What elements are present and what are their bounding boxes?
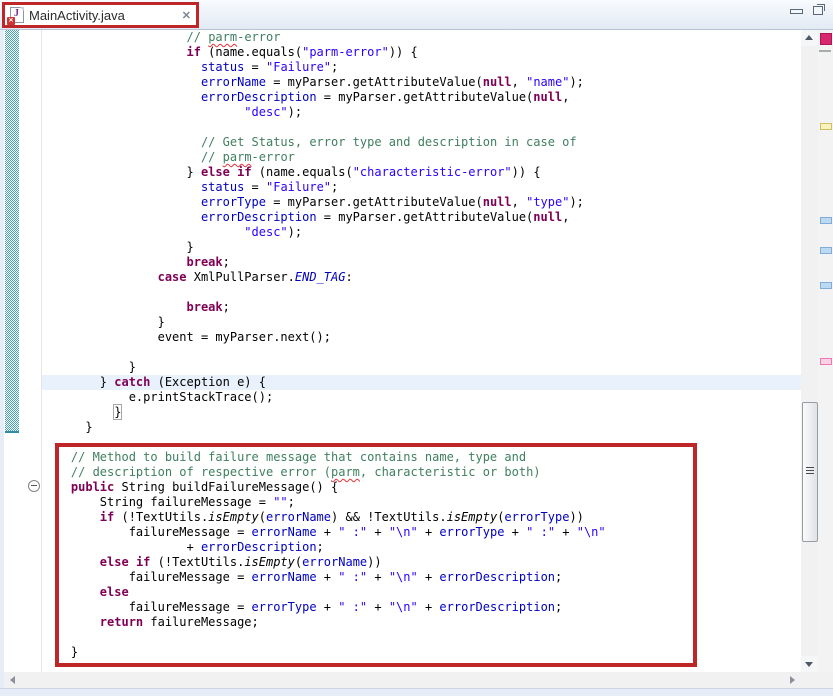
code-line[interactable]: } catch (Exception e) { [42, 375, 801, 390]
tab-mainactivity-java[interactable]: J ✕ MainActivity.java ✕ [2, 2, 199, 28]
range-indicator-bar [5, 30, 19, 433]
code-line[interactable]: else [42, 585, 801, 600]
tab-close-icon[interactable]: ✕ [182, 9, 191, 22]
page-fold-corner [20, 7, 24, 11]
restore-icon[interactable] [813, 6, 823, 15]
code-line[interactable] [42, 345, 801, 360]
scroll-down-button[interactable] [801, 656, 818, 672]
scrollbar-corner [801, 672, 833, 688]
arrow-up-icon [805, 35, 813, 40]
code-line[interactable]: public String buildFailureMessage() { [42, 480, 801, 495]
code-line[interactable]: status = "Failure"; [42, 180, 801, 195]
overview-separator [819, 50, 831, 52]
code-line[interactable]: } [42, 315, 801, 330]
overview-marker-pink[interactable] [820, 358, 832, 365]
vertical-scrollbar[interactable] [801, 30, 818, 672]
overview-marker-yellow[interactable] [820, 123, 832, 130]
code-line[interactable]: "desc"); [42, 105, 801, 120]
code-line[interactable]: return failureMessage; [42, 615, 801, 630]
code-line[interactable]: break; [42, 300, 801, 315]
code-line[interactable]: case XmlPullParser.END_TAG: [42, 270, 801, 285]
code-line[interactable] [42, 285, 801, 300]
overview-marker-blue[interactable] [820, 217, 832, 224]
code-line[interactable] [42, 120, 801, 135]
code-line[interactable]: event = myParser.next(); [42, 330, 801, 345]
minimize-icon[interactable] [790, 9, 803, 14]
overview-status-square[interactable] [820, 33, 832, 45]
code-line[interactable]: if (name.equals("parm-error")) { [42, 45, 801, 60]
view-window-controls [790, 6, 823, 15]
code-line[interactable]: failureMessage = errorName + " :" + "\n"… [42, 570, 801, 585]
fold-collapse-icon[interactable] [28, 480, 40, 492]
overview-ruler [818, 30, 833, 672]
code-text[interactable]: // parm-error if (name.equals("parm-erro… [42, 30, 801, 672]
code-line[interactable]: } [42, 360, 801, 375]
code-line[interactable]: // Get Status, error type and descriptio… [42, 135, 801, 150]
scroll-right-button[interactable] [790, 676, 795, 684]
code-line[interactable]: } [42, 405, 801, 420]
arrow-down-icon [805, 662, 813, 667]
code-line[interactable]: String failureMessage = ""; [42, 495, 801, 510]
code-line[interactable]: + errorDescription; [42, 540, 801, 555]
overview-marker-blue[interactable] [820, 282, 832, 289]
horizontal-scrollbar[interactable] [4, 672, 801, 688]
code-line[interactable]: status = "Failure"; [42, 60, 801, 75]
error-overlay-badge: ✕ [7, 17, 15, 25]
window-bottom-edge [0, 688, 833, 696]
code-line[interactable]: break; [42, 255, 801, 270]
code-line[interactable] [42, 435, 801, 450]
vertical-scroll-thumb[interactable] [802, 402, 818, 542]
code-line[interactable] [42, 630, 801, 645]
code-line[interactable]: e.printStackTrace(); [42, 390, 801, 405]
scroll-up-button[interactable] [801, 30, 818, 46]
java-file-icon: J ✕ [10, 7, 24, 23]
code-line[interactable]: errorName = myParser.getAttributeValue(n… [42, 75, 801, 90]
code-line[interactable]: else if (!TextUtils.isEmpty(errorName)) [42, 555, 801, 570]
code-line[interactable]: // parm-error [42, 150, 801, 165]
code-line[interactable]: if (!TextUtils.isEmpty(errorName) && !Te… [42, 510, 801, 525]
code-line[interactable]: failureMessage = errorType + " :" + "\n"… [42, 600, 801, 615]
code-line[interactable]: "desc"); [42, 225, 801, 240]
code-line[interactable]: } [42, 645, 801, 660]
code-line[interactable]: } [42, 240, 801, 255]
code-line[interactable]: errorDescription = myParser.getAttribute… [42, 90, 801, 105]
tab-title: MainActivity.java [29, 8, 125, 23]
code-line[interactable]: errorDescription = myParser.getAttribute… [42, 210, 801, 225]
scroll-left-button[interactable] [10, 676, 15, 684]
code-line[interactable]: failureMessage = errorName + " :" + "\n"… [42, 525, 801, 540]
code-line[interactable]: } else if (name.equals("characteristic-e… [42, 165, 801, 180]
code-line[interactable]: errorType = myParser.getAttributeValue(n… [42, 195, 801, 210]
overview-marker-blue[interactable] [820, 247, 832, 254]
code-line[interactable]: // Method to build failure message that … [42, 450, 801, 465]
code-line[interactable]: // parm-error [42, 30, 801, 45]
eclipse-editor-window: J ✕ MainActivity.java ✕ // parm-error if… [0, 0, 833, 696]
editor-tab-bar: J ✕ MainActivity.java ✕ [0, 0, 833, 30]
code-line[interactable]: } [42, 420, 801, 435]
code-editor-area[interactable]: // parm-error if (name.equals("parm-erro… [4, 30, 801, 672]
code-line[interactable]: // description of respective error (parm… [42, 465, 801, 480]
